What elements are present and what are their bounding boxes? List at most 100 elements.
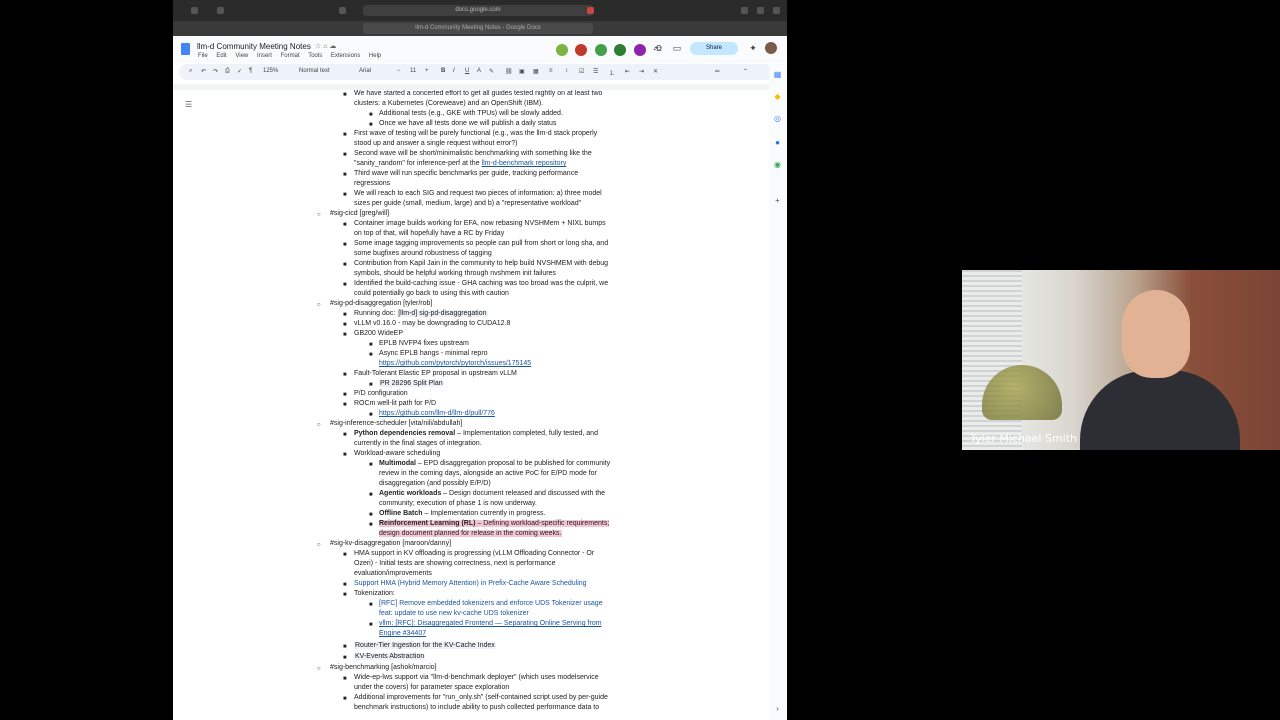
comment-icon[interactable]: ▣: [519, 68, 525, 75]
history-icon[interactable]: ⟲: [652, 42, 664, 54]
search-menus-icon[interactable]: ⌕: [189, 68, 192, 75]
link-icon[interactable]: ⛓: [505, 68, 513, 75]
document-body[interactable]: ☰ ■ We have started a concerted effort t…: [173, 90, 763, 720]
menu-view[interactable]: View: [235, 53, 248, 59]
underline-icon[interactable]: U: [465, 68, 469, 74]
avatar[interactable]: [633, 43, 646, 56]
doc-link[interactable]: [RFC] Remove embedded tokenizers and enf…: [379, 600, 603, 607]
collapse-menus-icon[interactable]: ⌃: [743, 68, 748, 75]
bold-icon[interactable]: B: [441, 68, 445, 74]
record-icon[interactable]: [587, 7, 594, 14]
paint-format-icon[interactable]: ¶: [249, 68, 252, 74]
doc-line: on top of that, will hopefully have a RC…: [354, 230, 505, 237]
doc-text: – Design document released and discussed…: [441, 490, 606, 497]
privacy-icon[interactable]: [339, 7, 346, 14]
doc-link[interactable]: feat: update to use new kv-cache UDS tok…: [379, 610, 529, 617]
doc-link[interactable]: Support HMA (Hybrid Memory Attention) in…: [354, 580, 587, 587]
doc-line: Async EPLB hangs - minimal repro: [379, 350, 488, 357]
share-button[interactable]: Share: [690, 42, 738, 55]
font-size-input[interactable]: 11: [410, 68, 416, 74]
doc-link[interactable]: vllm: [RFC]: Disaggregated Frontend — Se…: [379, 620, 602, 627]
doc-link[interactable]: Engine #34407: [379, 630, 426, 637]
doc-line: Python dependencies removal – Implementa…: [354, 430, 598, 437]
tabs-icon[interactable]: [773, 7, 780, 14]
document-title[interactable]: llm-d Community Meeting Notes: [197, 42, 311, 51]
line-spacing-icon[interactable]: ↕: [565, 68, 568, 74]
spellcheck-icon[interactable]: ✓: [237, 68, 242, 75]
expand-panel-icon[interactable]: ›: [773, 704, 782, 713]
doc-line: We have started a concerted effort to ge…: [354, 90, 603, 97]
doc-line: regressions: [354, 180, 391, 187]
bullet: ■: [369, 382, 373, 388]
bullet: ■: [343, 322, 347, 328]
font-select[interactable]: Arial: [359, 68, 371, 74]
editing-mode-icon[interactable]: ✏: [715, 68, 720, 75]
align-icon[interactable]: ≡: [549, 68, 553, 74]
add-addon-icon[interactable]: +: [773, 196, 782, 205]
avatar[interactable]: [594, 43, 607, 56]
doc-link[interactable]: https://github.com/pytorch/pytorch/issue…: [379, 360, 531, 367]
docs-logo-icon[interactable]: [181, 43, 190, 55]
doc-smart-chip[interactable]: Router-Tier Ingestion for the KV-Cache I…: [354, 642, 496, 649]
undo-icon[interactable]: ↶: [201, 68, 206, 75]
doc-link[interactable]: https://github.com/llm-d/llm-d/pull/776: [379, 410, 495, 417]
menu-format[interactable]: Format: [281, 53, 300, 59]
avatar[interactable]: [556, 43, 568, 56]
text-color-icon[interactable]: A: [477, 68, 481, 74]
share-page-icon[interactable]: [741, 7, 748, 14]
doc-link[interactable]: llm-d-benchmark repository: [482, 160, 567, 167]
tasks-icon[interactable]: ◎: [773, 114, 782, 123]
maps-icon[interactable]: ◉: [773, 160, 782, 169]
menu-insert[interactable]: Insert: [257, 53, 272, 59]
active-tab[interactable]: llm-d Community Meeting Notes - Google D…: [363, 23, 593, 34]
bullet: ■: [343, 172, 347, 178]
share-label: Share: [705, 45, 722, 51]
doc-line: Running doc: [llm-d] sig-pd-disaggregati…: [354, 310, 488, 317]
menu-extensions[interactable]: Extensions: [331, 53, 360, 59]
zoom-select[interactable]: 125%: [263, 68, 278, 74]
contacts-icon[interactable]: ●: [773, 138, 782, 147]
redo-icon[interactable]: ↷: [213, 68, 218, 75]
italic-icon[interactable]: I: [453, 68, 455, 74]
checklist-icon[interactable]: ☑: [579, 68, 584, 75]
menu-help[interactable]: Help: [369, 53, 381, 59]
menu-edit[interactable]: Edit: [216, 53, 226, 59]
avatar[interactable]: [614, 43, 627, 56]
calendar-icon[interactable]: ▦: [773, 70, 782, 79]
gemini-icon[interactable]: ✦: [747, 42, 759, 54]
doc-line: Identified the build-caching issue - GHA…: [354, 280, 609, 287]
menu-file[interactable]: File: [198, 53, 208, 59]
decrease-indent-icon[interactable]: ⇤: [625, 68, 630, 75]
print-icon[interactable]: ⎙: [225, 68, 230, 75]
image-icon[interactable]: ▦: [533, 68, 539, 75]
bullet: ■: [343, 312, 347, 318]
address-bar[interactable]: docs.google.com: [363, 5, 593, 16]
outline-icon[interactable]: ☰: [185, 100, 192, 109]
style-select[interactable]: Normal text: [299, 68, 330, 74]
doc-line: some bugfixes around robustness of taggi…: [354, 250, 492, 257]
sidebar-toggle-icon[interactable]: [191, 7, 198, 14]
increase-indent-icon[interactable]: ⇥: [639, 68, 644, 75]
doc-line-highlighted: Reinforcement Learning (RL) – Defining w…: [379, 520, 610, 527]
new-tab-icon[interactable]: [757, 7, 764, 14]
bulleted-list-icon[interactable]: ☰: [593, 68, 598, 75]
keep-icon[interactable]: ◆: [773, 92, 782, 101]
doc-text: – EPD disaggregation proposal to be publ…: [415, 460, 611, 467]
numbered-list-icon[interactable]: ⒈: [609, 68, 615, 77]
font-size-increase-icon[interactable]: +: [425, 68, 429, 74]
font-size-decrease-icon[interactable]: −: [397, 68, 401, 74]
doc-smart-chip[interactable]: PR 28296 Split Plan: [379, 380, 444, 387]
star-icon[interactable]: ☆: [315, 43, 321, 50]
doc-smart-chip[interactable]: KV-Events Abstraction: [354, 653, 426, 660]
account-avatar[interactable]: [765, 42, 777, 54]
tab-overview-icon[interactable]: [217, 7, 224, 14]
participant-video-tile[interactable]: Tyler Michael Smith: [962, 270, 1280, 450]
comments-icon[interactable]: ▭: [671, 42, 683, 54]
menu-tools[interactable]: Tools: [308, 53, 322, 59]
doc-smart-chip[interactable]: [llm-d] sig-pd-disaggregation: [397, 310, 488, 317]
move-icon[interactable]: ⌂: [323, 43, 327, 50]
avatar[interactable]: [575, 43, 588, 56]
highlight-icon[interactable]: ✎: [489, 68, 494, 75]
clear-formatting-icon[interactable]: ✕: [653, 68, 658, 75]
cloud-status-icon[interactable]: ☁: [329, 43, 336, 50]
